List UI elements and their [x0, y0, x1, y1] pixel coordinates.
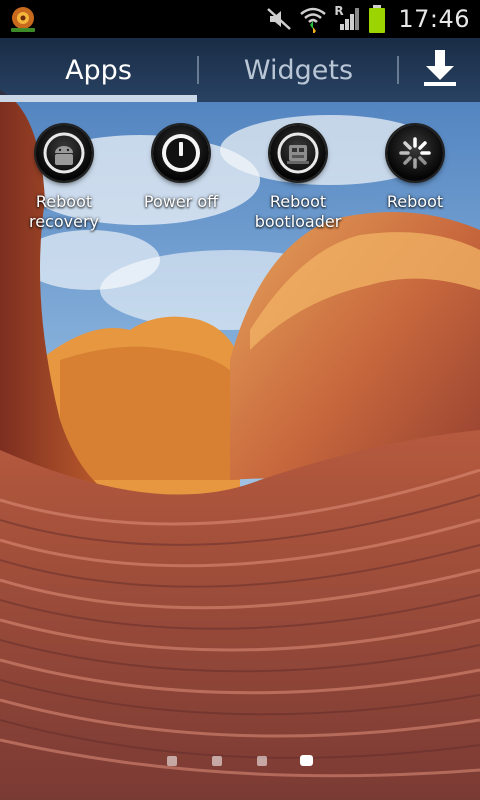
reboot-spinner-icon — [387, 125, 443, 181]
page-dot[interactable] — [257, 756, 267, 766]
status-bar: R 17:46 — [0, 0, 480, 38]
roaming-label: R — [334, 4, 344, 18]
page-dot[interactable] — [212, 756, 222, 766]
app-label: Power off — [143, 192, 219, 211]
download-button[interactable] — [400, 38, 480, 102]
page-indicator — [0, 753, 480, 769]
signal-icon: R — [334, 4, 362, 32]
status-clock: 17:46 — [398, 5, 470, 33]
power-icon — [153, 125, 209, 181]
download-icon — [422, 48, 458, 92]
mute-icon — [266, 6, 292, 32]
bootloader-icon — [270, 125, 326, 181]
app-reboot-bootloader[interactable]: Reboot bootloader — [240, 122, 356, 232]
app-reboot-recovery[interactable]: Reboot recovery — [6, 122, 122, 232]
app-reboot[interactable]: Reboot — [357, 122, 473, 212]
tab-divider — [197, 56, 199, 84]
tab-widgets[interactable]: Widgets — [200, 38, 397, 102]
tab-divider — [397, 56, 399, 84]
android-recovery-icon — [36, 125, 92, 181]
app-logo-icon — [8, 4, 38, 34]
app-label: Reboot recovery — [28, 192, 99, 231]
page-dot-active[interactable] — [300, 755, 313, 766]
wifi-icon — [298, 5, 328, 33]
page-dot[interactable] — [167, 756, 177, 766]
tab-apps[interactable]: Apps — [0, 38, 197, 102]
wallpaper — [0, 0, 480, 800]
selected-tab-indicator — [0, 95, 197, 102]
battery-icon — [368, 5, 386, 33]
app-power-off[interactable]: Power off — [123, 122, 239, 212]
app-label: Reboot — [386, 192, 444, 211]
app-label: Reboot bootloader — [254, 192, 342, 231]
tab-bar: Apps Widgets — [0, 38, 480, 102]
